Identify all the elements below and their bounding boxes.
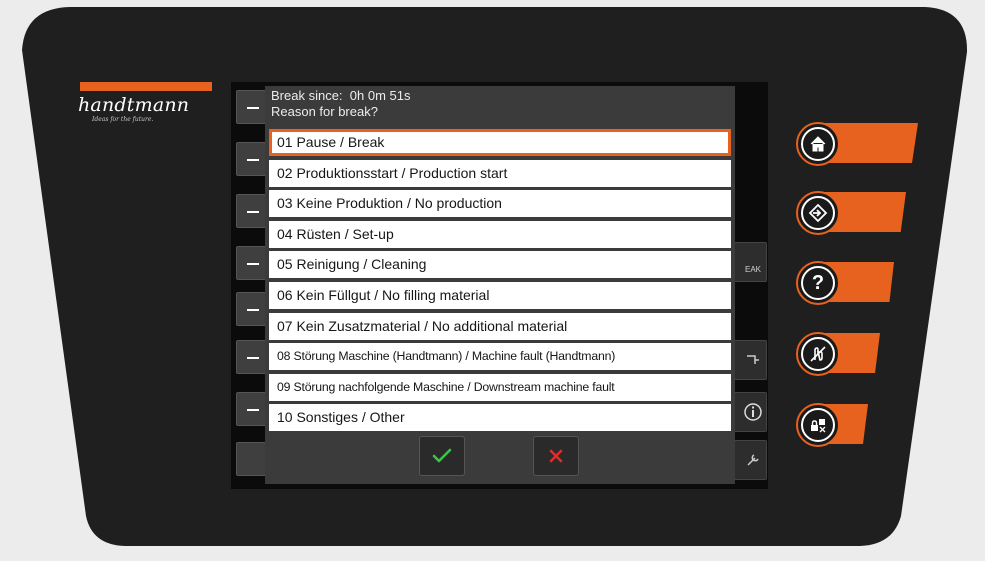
screen-side-button[interactable] (236, 142, 268, 176)
screen-side-button[interactable] (236, 442, 268, 476)
logo-wordmark: handtmann (78, 94, 190, 116)
x-icon (549, 449, 563, 463)
reason-item-08[interactable]: 08 Störung Maschine (Handtmann) / Machin… (269, 343, 731, 371)
break-since-line: Break since: 0h 0m 51s (271, 88, 410, 104)
screen-side-button[interactable] (236, 340, 268, 374)
screen-side-button[interactable] (236, 246, 268, 280)
machine-icon (808, 203, 828, 223)
home-key[interactable] (796, 122, 840, 166)
break-since-label: Break since: (271, 88, 343, 103)
screen-side-button[interactable] (236, 194, 268, 228)
reason-item-10[interactable]: 10 Sonstiges / Other (269, 404, 731, 432)
break-function-label: EAK (744, 264, 761, 274)
screen-side-button[interactable] (236, 292, 268, 326)
reason-item-05[interactable]: 05 Reinigung / Cleaning (269, 251, 731, 279)
break-function-button[interactable]: EAK (731, 242, 767, 282)
help-key[interactable]: ? (796, 261, 840, 305)
machine-icon (747, 355, 759, 364)
reason-item-07[interactable]: 07 Kein Zusatzmaterial / No additional m… (269, 312, 731, 340)
screen-side-button[interactable] (236, 392, 268, 426)
reason-item-09[interactable]: 09 Störung nachfolgende Maschine / Downs… (269, 373, 731, 401)
logo-tagline: Ideas for the future. (92, 116, 154, 123)
home-icon (810, 136, 826, 152)
hand-pause-icon (810, 346, 826, 362)
lock-key[interactable] (796, 403, 840, 447)
info-icon (744, 403, 762, 421)
reason-item-06[interactable]: 06 Kein Füllgut / No filling material (269, 281, 731, 309)
machine-function-button[interactable] (731, 340, 767, 380)
screen-side-button[interactable] (236, 90, 268, 124)
help-icon: ? (811, 272, 825, 294)
info-button[interactable] (731, 392, 767, 432)
cancel-button[interactable] (533, 436, 579, 476)
service-button[interactable] (731, 440, 767, 480)
break-since-value: 0h 0m 51s (349, 88, 411, 103)
break-question: Reason for break? (271, 104, 378, 119)
break-reason-dialog: Break since: 0h 0m 51s Reason for break?… (265, 86, 735, 484)
logo-bar (80, 82, 212, 91)
reason-item-03[interactable]: 03 Keine Produktion / No production (269, 190, 731, 218)
lock-icon (811, 419, 826, 433)
confirm-button[interactable] (419, 436, 465, 476)
handtmann-logo: handtmann Ideas for the future. (78, 82, 213, 123)
reason-list: 01 Pause / Break 02 Produktionsstart / P… (269, 129, 731, 435)
reason-item-04[interactable]: 04 Rüsten / Set-up (269, 220, 731, 248)
reason-item-01[interactable]: 01 Pause / Break (269, 129, 731, 156)
machine-key[interactable] (796, 191, 840, 235)
check-icon (432, 448, 452, 463)
pause-key[interactable] (796, 332, 840, 376)
dialog-header: Break since: 0h 0m 51s Reason for break? (271, 88, 410, 120)
reason-item-02[interactable]: 02 Produktionsstart / Production start (269, 159, 731, 187)
wrench-icon (747, 454, 759, 466)
